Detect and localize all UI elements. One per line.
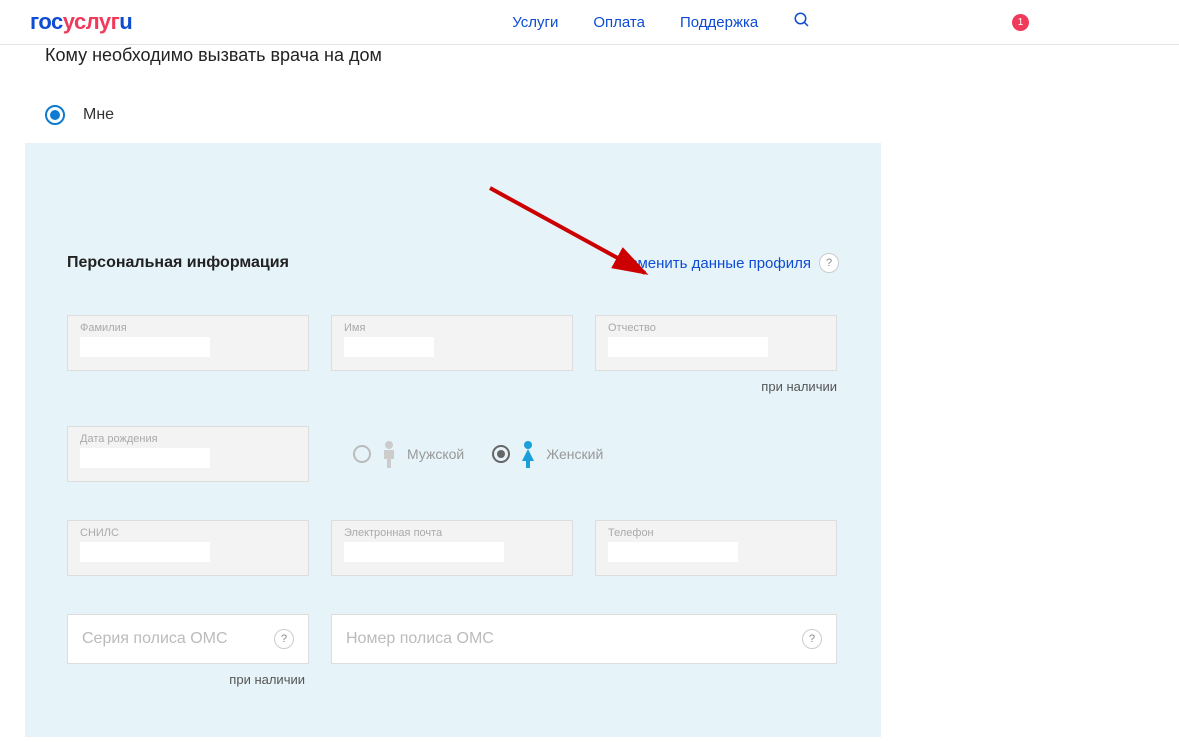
birthdate-label: Дата рождения [80, 433, 296, 445]
oms-number-placeholder: Номер полиса ОМС [346, 630, 802, 648]
nav-services[interactable]: Услуги [512, 14, 558, 31]
gender-group: Мужской Женский [353, 440, 603, 468]
row-oms: Серия полиса ОМС ? Номер полиса ОМС ? [67, 614, 839, 664]
oms-series-placeholder: Серия полиса ОМС [82, 630, 274, 648]
phone-field: Телефон [595, 520, 837, 576]
help-icon[interactable]: ? [819, 253, 839, 273]
notification-badge[interactable]: 1 [1012, 14, 1029, 31]
surname-label: Фамилия [80, 322, 296, 334]
radio-me-label: Мне [83, 106, 114, 124]
edit-profile-wrap: Изменить данные профиля ? [620, 253, 839, 273]
birthdate-field: Дата рождения [67, 426, 309, 482]
name-field: Имя [331, 315, 573, 371]
email-value-masked [344, 542, 504, 562]
main-nav: Услуги Оплата Поддержка [512, 14, 758, 31]
gender-male-item[interactable]: Мужской [353, 440, 464, 468]
nav-payment[interactable]: Оплата [593, 14, 645, 31]
phone-value-masked [608, 542, 738, 562]
gender-male-radio[interactable] [353, 445, 371, 463]
step-question: Кому необходимо вызвать врача на дом [45, 45, 1179, 67]
surname-field: Фамилия [67, 315, 309, 371]
logo-part-1: гос [30, 9, 63, 34]
email-field: Электронная почта [331, 520, 573, 576]
snils-field: СНИЛС [67, 520, 309, 576]
row-name: Фамилия Имя Отчество [67, 315, 839, 371]
phone-label: Телефон [608, 527, 824, 539]
patronymic-value-masked [608, 337, 768, 357]
gender-male-label: Мужской [407, 446, 464, 462]
patronymic-field: Отчество [595, 315, 837, 371]
patronymic-hint: при наличии [67, 379, 837, 394]
header: госуслугu Услуги Оплата Поддержка 1 [0, 0, 1179, 45]
email-label: Электронная почта [344, 527, 560, 539]
logo[interactable]: госуслугu [30, 9, 132, 35]
patronymic-label: Отчество [608, 322, 824, 334]
nav-support[interactable]: Поддержка [680, 14, 758, 31]
edit-profile-link[interactable]: Изменить данные профиля [620, 255, 811, 272]
radio-me[interactable] [45, 105, 65, 125]
name-value-masked [344, 337, 434, 357]
search-icon[interactable] [793, 11, 811, 34]
logo-part-3: u [119, 9, 132, 34]
panel-title: Персональная информация [67, 254, 289, 272]
oms-series-hint-row: при наличии [67, 672, 839, 687]
help-icon[interactable]: ? [274, 629, 294, 649]
gender-female-item[interactable]: Женский [492, 440, 603, 468]
male-icon [379, 440, 399, 468]
female-icon [518, 440, 538, 468]
oms-number-input[interactable]: Номер полиса ОМС ? [331, 614, 837, 664]
row-birth-gender: Дата рождения Мужской Женский [67, 426, 839, 482]
birthdate-value-masked [80, 448, 210, 468]
oms-series-hint: при наличии [67, 672, 309, 687]
snils-label: СНИЛС [80, 527, 296, 539]
logo-part-2: услуг [63, 9, 120, 34]
panel-header: Персональная информация Изменить данные … [67, 253, 839, 273]
gender-female-label: Женский [546, 446, 603, 462]
help-icon[interactable]: ? [802, 629, 822, 649]
radio-row-me: Мне [45, 105, 1179, 125]
name-label: Имя [344, 322, 560, 334]
row-contacts: СНИЛС Электронная почта Телефон [67, 520, 839, 576]
gender-female-radio[interactable] [492, 445, 510, 463]
snils-value-masked [80, 542, 210, 562]
annotation-arrow-icon [485, 183, 665, 293]
personal-info-panel: Персональная информация Изменить данные … [25, 143, 881, 737]
oms-series-input[interactable]: Серия полиса ОМС ? [67, 614, 309, 664]
surname-value-masked [80, 337, 210, 357]
